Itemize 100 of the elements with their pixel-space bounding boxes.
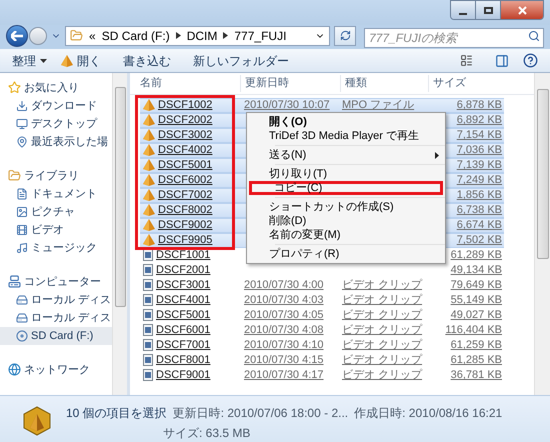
created-date: 作成日時: 2010/08/16 16:21 bbox=[354, 404, 502, 422]
column-header[interactable]: 更新日時 bbox=[240, 75, 340, 92]
view-options-icon[interactable] bbox=[460, 54, 473, 68]
help-icon[interactable] bbox=[523, 53, 538, 68]
nav-group[interactable]: コンピューター bbox=[24, 274, 101, 290]
minimize-button[interactable] bbox=[451, 1, 476, 19]
nav-icon bbox=[16, 118, 28, 130]
file-type: ビデオ クリップ bbox=[342, 324, 422, 336]
refresh-button[interactable] bbox=[334, 26, 356, 46]
file-name: DSCF3002 bbox=[158, 128, 212, 144]
selection-count: 10 個の項目を選択 bbox=[66, 404, 167, 422]
file-type: ビデオ クリップ bbox=[342, 294, 422, 306]
menu-item[interactable]: 名前の変更(M) bbox=[247, 228, 445, 242]
breadcrumb-arrow-icon[interactable] bbox=[223, 32, 228, 40]
menu-item[interactable]: プロパティ(R) bbox=[247, 247, 445, 261]
nav-item[interactable]: ドキュメント bbox=[31, 186, 97, 202]
video-file-icon bbox=[143, 354, 153, 366]
file-name: DSCF3001 bbox=[156, 278, 210, 294]
breadcrumb[interactable]: 777_FUJI bbox=[234, 26, 286, 45]
pyramid-file-icon bbox=[143, 114, 155, 126]
nav-item[interactable]: 最近表示した場 bbox=[31, 134, 108, 150]
nav-item[interactable]: ビデオ bbox=[31, 222, 64, 238]
menu-item[interactable]: ショートカットの作成(S) bbox=[247, 200, 445, 214]
pyramid-file-icon bbox=[143, 174, 155, 186]
search-icon[interactable] bbox=[528, 30, 540, 42]
file-name: DSCF4002 bbox=[158, 143, 212, 158]
back-button[interactable] bbox=[6, 24, 28, 47]
nav-group[interactable]: ネットワーク bbox=[24, 362, 90, 378]
file-name: DSCF9905 bbox=[158, 233, 212, 248]
video-file-icon bbox=[143, 339, 153, 352]
menu-item[interactable]: コピー(C) bbox=[249, 181, 443, 195]
address-bar[interactable]: « SD Card (F:) DCIM 777_FUJI bbox=[65, 26, 330, 46]
close-button[interactable] bbox=[501, 1, 543, 19]
pyramid-file-icon bbox=[143, 144, 155, 156]
file-size: 36,781 KB bbox=[450, 369, 502, 382]
file-size: 6,878 KB bbox=[456, 99, 502, 112]
file-size: 79,649 KB bbox=[450, 279, 502, 292]
pyramid-icon bbox=[61, 54, 73, 67]
nav-group-icon bbox=[8, 81, 21, 94]
column-header[interactable]: サイズ bbox=[428, 75, 494, 92]
menu-item[interactable]: 送る(N) bbox=[247, 148, 445, 162]
file-size: 6,892 KB bbox=[456, 114, 502, 126]
file-size: 6,674 KB bbox=[456, 219, 502, 232]
file-name: DSCF5001 bbox=[158, 158, 212, 174]
close-icon bbox=[518, 6, 526, 14]
search-field[interactable]: 777_FUJIの検索 bbox=[364, 28, 544, 48]
menu-item[interactable]: TriDef 3D Media Player で再生 bbox=[247, 129, 445, 143]
menu-item[interactable]: 切り取り(T) bbox=[247, 167, 445, 181]
file-name: DSCF6001 bbox=[156, 323, 210, 338]
pyramid-file-icon bbox=[143, 99, 155, 112]
nav-group[interactable]: お気に入り bbox=[24, 80, 79, 96]
file-row[interactable]: DSCF1002 2010/07/30 10:07 MPO ファイル 6,878 KB bbox=[140, 98, 504, 113]
mpo-file-large-icon bbox=[22, 406, 52, 436]
pyramid-file-icon bbox=[143, 129, 155, 142]
menu-item[interactable]: 開く(O) bbox=[247, 115, 445, 129]
back-arrow-icon bbox=[11, 30, 23, 41]
file-size: 7,154 KB bbox=[456, 129, 502, 142]
nav-group[interactable]: ライブラリ bbox=[24, 168, 79, 184]
file-size: 116,404 KB bbox=[445, 324, 502, 336]
total-size: サイズ: 63.5 MB bbox=[162, 424, 252, 442]
file-type: ビデオ クリップ bbox=[342, 369, 422, 382]
open-button[interactable]: 開く bbox=[61, 52, 101, 70]
file-name: DSCF7002 bbox=[158, 188, 212, 204]
file-size: 55,149 KB bbox=[450, 294, 502, 306]
nav-icon bbox=[16, 224, 28, 236]
file-name: DSCF1001 bbox=[156, 248, 210, 264]
preview-pane-icon[interactable] bbox=[495, 54, 509, 68]
toolbar-button[interactable]: 書き込む bbox=[123, 52, 171, 70]
file-name: DSCF2002 bbox=[158, 113, 212, 128]
breadcrumb-arrow-icon[interactable] bbox=[176, 32, 181, 40]
column-header[interactable]: 種類 bbox=[340, 75, 428, 92]
video-file-icon bbox=[143, 369, 153, 382]
pyramid-file-icon bbox=[143, 204, 155, 216]
maximize-button[interactable] bbox=[476, 1, 501, 19]
breadcrumb[interactable]: DCIM bbox=[186, 26, 218, 45]
file-size: 61,289 KB bbox=[450, 249, 502, 262]
pyramid-file-icon bbox=[143, 219, 155, 232]
file-date: 2010/07/30 4:03 bbox=[244, 294, 324, 306]
nav-item[interactable]: ミュージック bbox=[31, 240, 97, 256]
file-date: 2010/07/30 4:00 bbox=[244, 279, 324, 292]
nav-item[interactable]: ピクチャ bbox=[31, 204, 75, 220]
modified-date: 更新日時: 2010/07/06 18:00 - 2... bbox=[172, 404, 348, 422]
video-file-icon bbox=[143, 309, 153, 322]
menu-item[interactable]: 削除(D) bbox=[247, 214, 445, 228]
column-header[interactable]: 名前 bbox=[130, 75, 240, 92]
sidebar-scrollbar[interactable] bbox=[112, 72, 127, 395]
file-list-scrollbar[interactable] bbox=[534, 72, 550, 395]
breadcrumb[interactable]: SD Card (F:) bbox=[102, 26, 170, 45]
nav-icon bbox=[16, 100, 28, 112]
breadcrumb-overflow[interactable]: « bbox=[89, 26, 96, 45]
nav-item[interactable]: デスクトップ bbox=[31, 116, 97, 132]
nav-item[interactable]: ローカル ディス bbox=[31, 292, 112, 308]
file-size: 1,856 KB bbox=[456, 189, 502, 202]
nav-icon bbox=[16, 312, 28, 324]
file-type: ビデオ クリップ bbox=[342, 339, 422, 352]
organize-menu-button[interactable]: 整理 bbox=[12, 52, 47, 70]
nav-item[interactable]: ダウンロード bbox=[31, 98, 97, 114]
nav-item[interactable]: ローカル ディス bbox=[31, 310, 112, 326]
file-name: DSCF9001 bbox=[156, 368, 210, 384]
toolbar-button[interactable]: 新しいフォルダー bbox=[193, 52, 289, 70]
